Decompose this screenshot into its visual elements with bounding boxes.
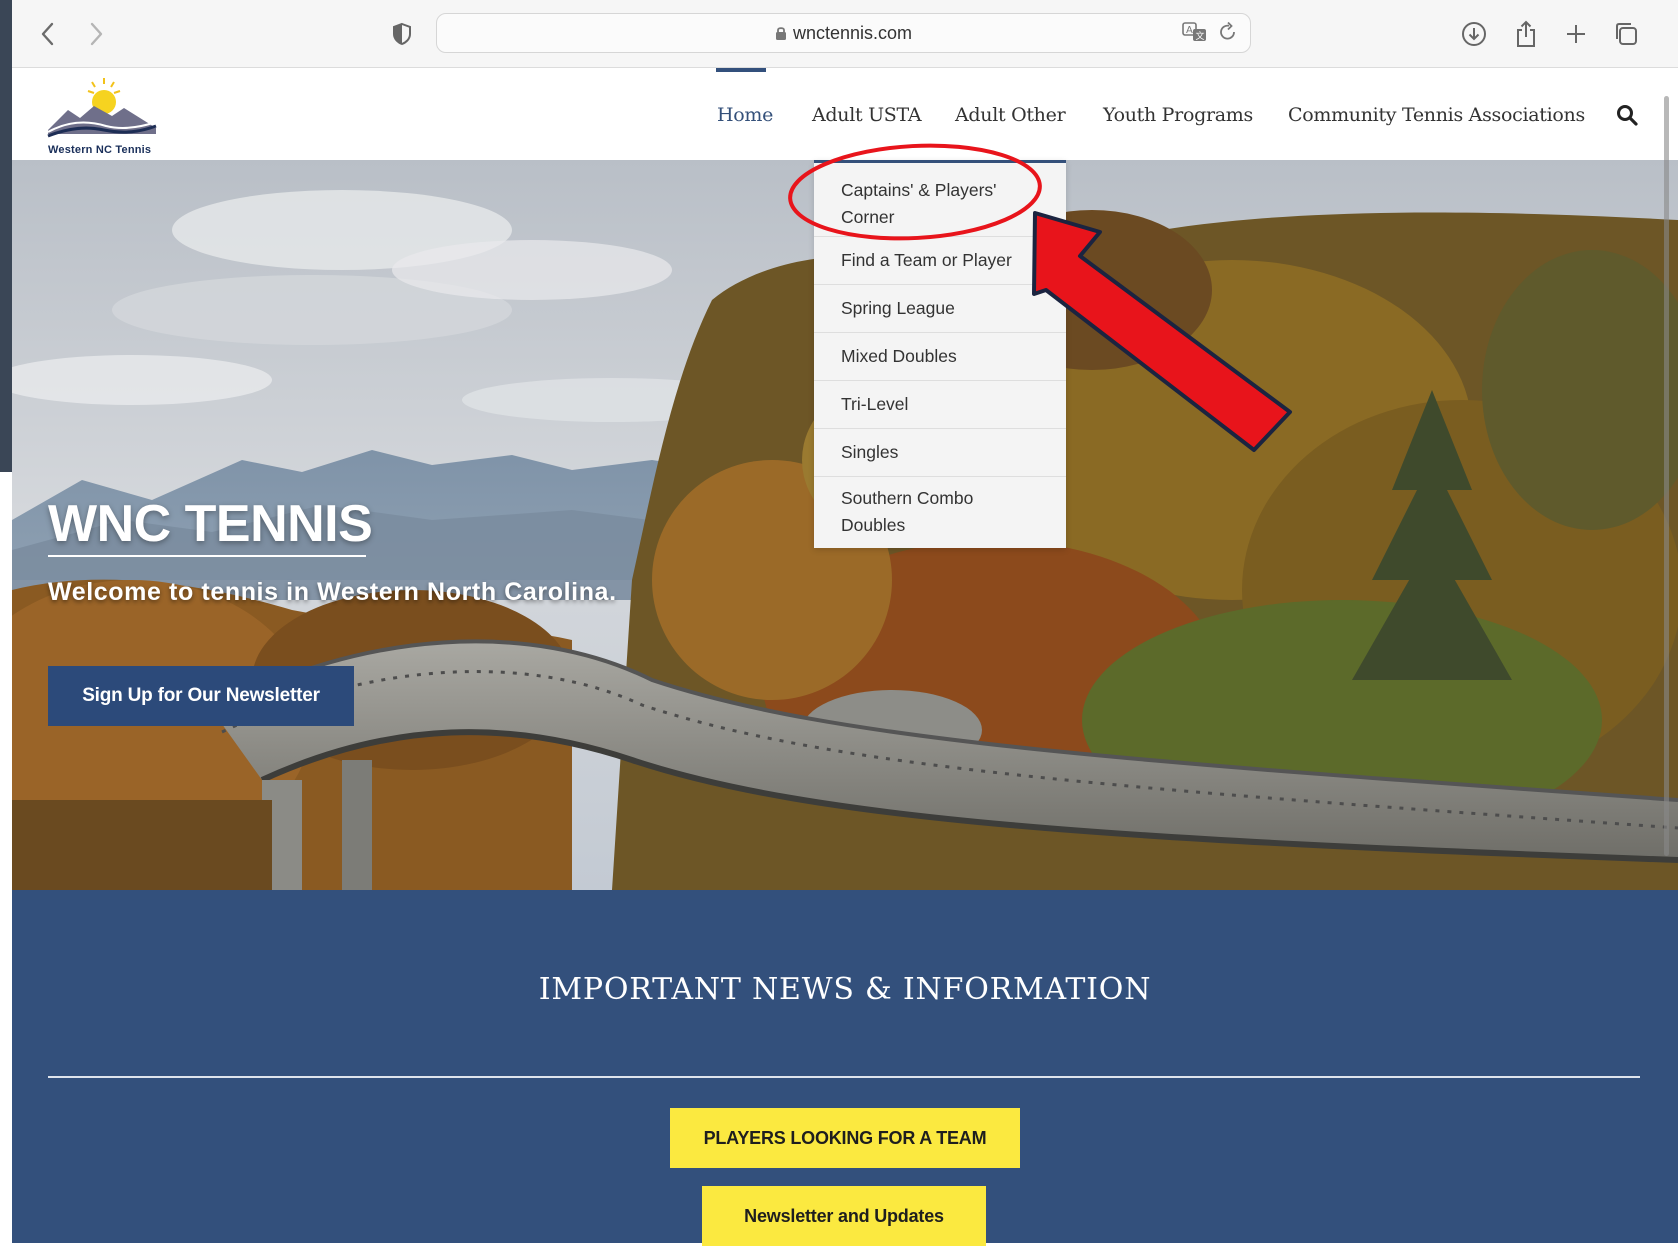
share-icon (1517, 20, 1535, 47)
nav-adult-usta[interactable]: Adult USTA (812, 104, 922, 126)
new-tab-button[interactable] (1558, 16, 1594, 52)
chevron-right-icon (90, 22, 103, 46)
share-button[interactable] (1508, 16, 1544, 52)
dropdown-item-tri-level[interactable]: Tri-Level (814, 381, 1066, 429)
downloads-button[interactable] (1456, 16, 1492, 52)
back-button[interactable] (30, 16, 66, 52)
url-display: wnctennis.com (437, 23, 1250, 44)
news-section: IMPORTANT NEWS & INFORMATION PLAYERS LOO… (12, 890, 1678, 1246)
nav-community-tennis-associations[interactable]: Community Tennis Associations (1288, 104, 1585, 126)
dropdown-item-mixed-doubles[interactable]: Mixed Doubles (814, 333, 1066, 381)
browser-toolbar: wnctennis.com A文 (12, 0, 1678, 68)
shield-icon (393, 22, 411, 46)
dropdown-item-label: Singles (841, 442, 899, 462)
adult-usta-dropdown-menu: Captains' & Players' Corner Find a Team … (814, 160, 1066, 548)
svg-text:A: A (1186, 25, 1193, 36)
players-looking-for-team-button[interactable]: PLAYERS LOOKING FOR A TEAM (670, 1108, 1020, 1168)
reload-icon[interactable] (1218, 21, 1238, 48)
download-icon (1462, 22, 1486, 46)
nav-active-indicator (716, 68, 766, 72)
dropdown-item-label: Spring League (841, 298, 955, 318)
dropdown-item-singles[interactable]: Singles (814, 429, 1066, 477)
nav-home[interactable]: Home (717, 104, 773, 126)
newsletter-signup-button[interactable]: Sign Up for Our Newsletter (48, 666, 354, 726)
privacy-report-button[interactable] (384, 16, 420, 52)
news-section-title: IMPORTANT NEWS & INFORMATION (538, 972, 1152, 1007)
hero-title-underline (48, 555, 366, 557)
dropdown-item-label: Find a Team or Player (841, 250, 1012, 270)
mountain-sun-logo-icon (47, 78, 157, 138)
hero-subtitle: Welcome to tennis in Western North Carol… (48, 578, 617, 606)
dropdown-item-label: Southern Combo Doubles (841, 488, 974, 535)
nav-adult-other[interactable]: Adult Other (955, 104, 1066, 126)
search-button[interactable] (1616, 104, 1642, 130)
tabs-icon (1616, 23, 1637, 45)
dropdown-item-label: Tri-Level (841, 394, 909, 414)
forward-button[interactable] (78, 16, 114, 52)
dropdown-item-find-team-or-player[interactable]: Find a Team or Player (814, 237, 1066, 285)
svg-text:文: 文 (1196, 30, 1205, 42)
adjacent-window-edge-lower (0, 472, 12, 1243)
dropdown-item-label: Mixed Doubles (841, 346, 957, 366)
logo-text: Western NC Tennis (48, 144, 152, 156)
adjacent-window-edge (0, 0, 12, 472)
dropdown-item-captains-players-corner[interactable]: Captains' & Players' Corner (814, 173, 1066, 237)
lock-icon (775, 27, 786, 40)
news-divider (48, 1076, 1640, 1078)
url-text: wnctennis.com (792, 23, 913, 43)
dropdown-item-southern-combo-doubles[interactable]: Southern Combo Doubles (814, 477, 1066, 547)
site-header: Western NC Tennis Home Adult USTA Adult … (12, 68, 1678, 160)
chevron-left-icon (41, 22, 54, 46)
page-scrollbar[interactable] (1664, 96, 1669, 856)
dropdown-item-label: Captains' & Players' Corner (841, 180, 997, 227)
tab-overview-button[interactable] (1608, 16, 1644, 52)
hero-title: WNC TENNIS (48, 495, 373, 553)
nav-youth-programs[interactable]: Youth Programs (1103, 104, 1253, 126)
plus-icon (1567, 25, 1585, 43)
newsletter-updates-button[interactable]: Newsletter and Updates (702, 1186, 986, 1246)
address-bar[interactable]: wnctennis.com A文 (436, 13, 1251, 53)
translate-icon[interactable]: A文 (1182, 21, 1208, 48)
dropdown-item-spring-league[interactable]: Spring League (814, 285, 1066, 333)
search-icon (1617, 105, 1638, 126)
site-logo[interactable]: Western NC Tennis (46, 74, 158, 156)
